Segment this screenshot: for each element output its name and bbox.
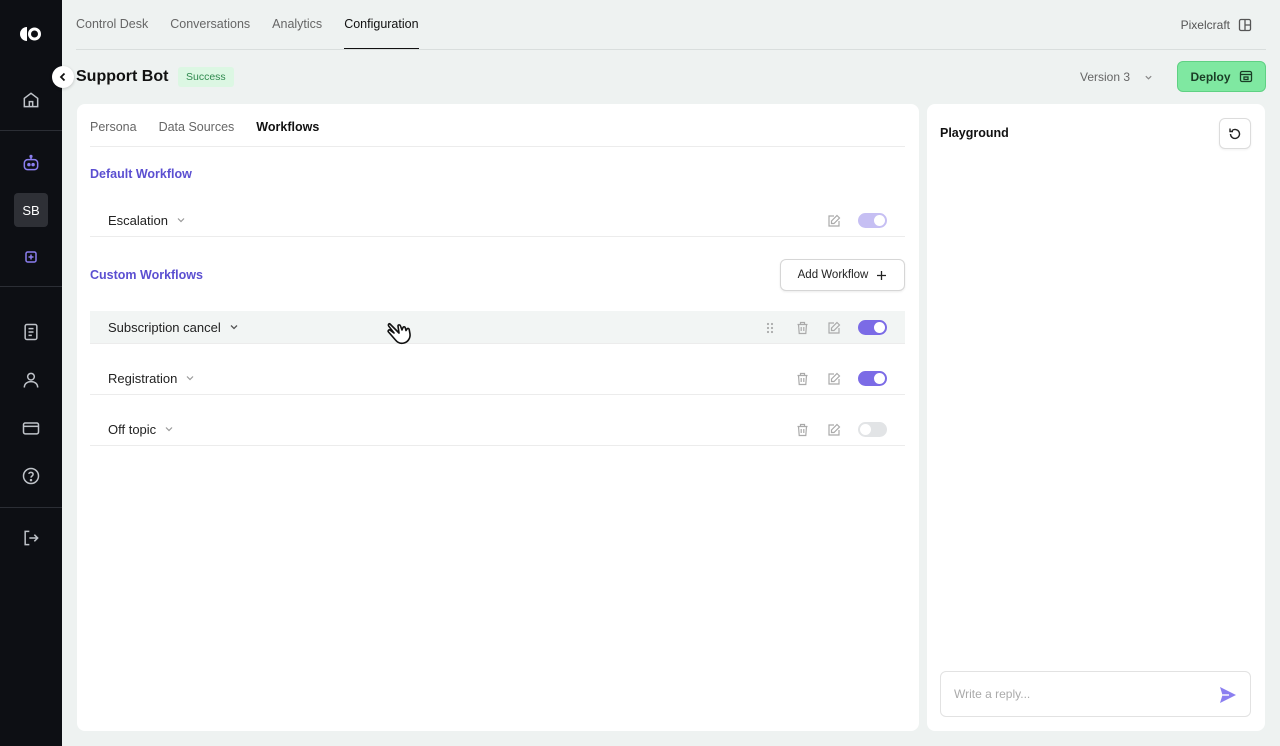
deploy-button[interactable]: Deploy xyxy=(1177,61,1266,92)
add-workflow-button[interactable]: Add Workflow xyxy=(780,259,905,291)
refresh-icon xyxy=(1229,128,1241,139)
chevron-down-icon[interactable] xyxy=(185,373,195,383)
tab-conversations[interactable]: Conversations xyxy=(170,0,250,50)
drag-handle-icon[interactable] xyxy=(762,320,778,336)
workflow-row-off-topic: Off topic xyxy=(90,413,905,446)
reply-box xyxy=(940,671,1251,717)
deploy-icon xyxy=(1239,70,1252,83)
reply-input[interactable] xyxy=(954,687,1204,701)
tab-analytics[interactable]: Analytics xyxy=(272,0,322,50)
org-name: Pixelcraft xyxy=(1180,18,1230,32)
trash-icon[interactable] xyxy=(794,422,810,438)
version-select[interactable]: Version 3 xyxy=(1080,70,1153,84)
logo-icon[interactable] xyxy=(20,24,42,44)
workflow-name: Off topic xyxy=(108,421,157,437)
workflow-toggle[interactable] xyxy=(858,213,887,228)
workflow-row-subscription-cancel: Subscription cancel xyxy=(90,311,905,344)
tab-data-sources[interactable]: Data Sources xyxy=(159,120,235,134)
chevron-down-icon[interactable] xyxy=(229,322,239,332)
user-icon[interactable] xyxy=(19,368,43,392)
edit-icon[interactable] xyxy=(826,422,842,438)
workflow-actions xyxy=(794,362,887,395)
document-icon[interactable] xyxy=(19,320,43,344)
workflow-name: Subscription cancel xyxy=(108,319,221,335)
chevron-left-icon xyxy=(59,72,66,82)
help-icon[interactable] xyxy=(19,464,43,488)
org-switcher[interactable]: Pixelcraft xyxy=(1181,18,1252,32)
trash-icon[interactable] xyxy=(794,320,810,336)
playground-title: Playground xyxy=(940,126,1009,140)
workflow-actions xyxy=(794,413,887,446)
top-nav: Control Desk Conversations Analytics Con… xyxy=(62,0,1280,50)
sidebar-divider xyxy=(0,507,62,508)
reset-button[interactable] xyxy=(1219,118,1251,149)
workflow-row-registration: Registration xyxy=(90,362,905,395)
hand-cursor-icon xyxy=(387,322,411,345)
avatar[interactable]: SB xyxy=(14,193,48,227)
card-icon[interactable] xyxy=(19,416,43,440)
home-icon[interactable] xyxy=(19,88,43,112)
workflows-panel: Persona Data Sources Workflows Default W… xyxy=(77,104,919,731)
workflow-actions xyxy=(826,204,887,237)
tab-control-desk[interactable]: Control Desk xyxy=(76,0,148,50)
deploy-label: Deploy xyxy=(1190,69,1231,84)
version-label: Version 3 xyxy=(1080,70,1131,84)
bot-icon[interactable] xyxy=(19,151,43,175)
nav-divider xyxy=(76,49,1266,50)
edit-icon[interactable] xyxy=(826,213,842,229)
logout-icon[interactable] xyxy=(19,526,43,550)
chevron-down-icon[interactable] xyxy=(164,424,174,434)
workflow-name: Escalation xyxy=(108,212,168,228)
default-workflow-title: Default Workflow xyxy=(90,167,192,181)
workflow-toggle[interactable] xyxy=(858,422,887,437)
playground-panel: Playground xyxy=(927,104,1265,731)
send-icon[interactable] xyxy=(1218,685,1238,705)
config-sub-tabs: Persona Data Sources Workflows xyxy=(90,120,319,134)
sidebar-divider xyxy=(0,286,62,287)
tab-configuration[interactable]: Configuration xyxy=(344,0,419,50)
layout-icon xyxy=(1238,18,1252,32)
workflow-actions xyxy=(762,311,887,344)
edit-icon[interactable] xyxy=(826,371,842,387)
workflow-row-escalation: Escalation xyxy=(90,204,905,237)
plus-icon xyxy=(877,270,887,280)
nav-tabs: Control Desk Conversations Analytics Con… xyxy=(76,0,419,50)
sidebar: SB xyxy=(0,0,62,746)
collapse-sidebar-button[interactable] xyxy=(52,66,74,88)
chevron-down-icon xyxy=(1145,75,1152,80)
chevron-down-icon[interactable] xyxy=(176,215,186,225)
add-square-icon[interactable] xyxy=(19,245,43,269)
tab-persona[interactable]: Persona xyxy=(90,120,137,134)
workflow-toggle[interactable] xyxy=(858,371,887,386)
status-badge: Success xyxy=(178,67,234,87)
custom-workflows-title: Custom Workflows xyxy=(90,268,203,282)
sidebar-divider xyxy=(0,130,62,131)
add-workflow-label: Add Workflow xyxy=(797,269,869,281)
workflow-name: Registration xyxy=(108,370,178,386)
trash-icon[interactable] xyxy=(794,371,810,387)
tab-workflows[interactable]: Workflows xyxy=(256,120,319,134)
page-title: Support Bot xyxy=(76,68,169,85)
edit-icon[interactable] xyxy=(826,320,842,336)
sub-tabs-divider xyxy=(90,146,905,147)
workflow-toggle[interactable] xyxy=(858,320,887,335)
